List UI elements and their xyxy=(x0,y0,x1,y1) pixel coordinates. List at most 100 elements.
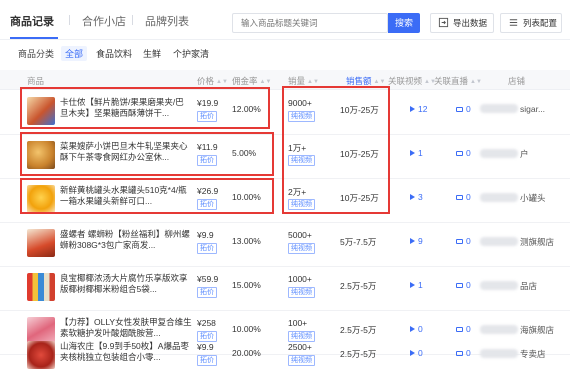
sales-tag: 纯视频 xyxy=(288,243,315,254)
sales-count: 100+ xyxy=(288,318,308,328)
related-videos-count: 12 xyxy=(418,104,428,114)
blurred-shop-text xyxy=(480,325,518,334)
header-videos[interactable]: 关联视频 ▲▼ xyxy=(388,75,436,87)
product-thumbnail xyxy=(27,273,55,301)
product-name[interactable]: 良宝椰椰浓汤大片腐竹乐享版欢享版椰树椰椰米粉组合5袋... xyxy=(60,273,192,295)
shop-name-text: sigar... xyxy=(520,104,546,114)
related-lives-link[interactable]: 0 xyxy=(456,148,471,158)
related-lives-link[interactable]: 0 xyxy=(456,348,471,358)
header-commission-label: 佣金率 xyxy=(232,76,258,86)
category-filter: 商品分类 全部 食品饮料 生鲜 个护家清 xyxy=(0,44,570,62)
sales-count: 2500+ xyxy=(288,342,312,352)
tab-partner-shops[interactable]: 合作小店 xyxy=(82,13,126,29)
column-settings-label: 列表配置 xyxy=(523,18,558,28)
header-shop: 店铺 xyxy=(508,76,526,86)
related-videos-count: 3 xyxy=(418,192,423,202)
play-icon xyxy=(410,350,415,356)
sales-tag: 纯视频 xyxy=(288,355,315,366)
related-lives-count: 0 xyxy=(466,192,471,202)
related-lives-link[interactable]: 0 xyxy=(456,236,471,246)
play-icon xyxy=(410,106,415,112)
shop-name-text: 专卖店 xyxy=(520,349,546,359)
sort-icon: ▲▼ xyxy=(470,79,482,85)
category-personal-care[interactable]: 个护家清 xyxy=(173,47,209,60)
price-tag: 拓价 xyxy=(197,287,217,298)
related-lives-count: 0 xyxy=(466,348,471,358)
sort-icon: ▲▼ xyxy=(259,79,272,85)
related-videos-count: 1 xyxy=(418,148,423,158)
blurred-shop-text xyxy=(480,104,518,113)
sort-icon: ▲▼ xyxy=(216,79,228,85)
shop-name[interactable]: 小罐头 xyxy=(480,192,546,204)
commission-rate: 10.00% xyxy=(232,324,261,334)
live-camera-icon xyxy=(456,239,463,244)
gmv-range: 2.5万-5万 xyxy=(340,349,377,359)
related-lives-count: 0 xyxy=(466,324,471,334)
shop-name-text: 小罐头 xyxy=(520,193,546,203)
gmv-range: 2.5万-5万 xyxy=(340,281,377,291)
product-name[interactable]: 盛螺者 螺蛳粉【粉丝福利】柳州螺蛳粉308G*3包广家商发... xyxy=(60,229,192,251)
search-input[interactable] xyxy=(232,13,388,33)
header-lives-label: 关联直播 xyxy=(434,76,469,86)
live-camera-icon xyxy=(456,195,463,200)
header-product: 商品 xyxy=(27,76,45,86)
header-lives[interactable]: 关联直播 ▲▼ xyxy=(434,75,482,87)
category-food-drinks[interactable]: 食品饮料 xyxy=(96,47,132,60)
shop-name[interactable]: 户 xyxy=(480,148,529,160)
live-camera-icon xyxy=(456,107,463,112)
category-fresh[interactable]: 生鲜 xyxy=(143,47,161,60)
header-sales-label: 销量 xyxy=(288,76,306,86)
related-lives-link[interactable]: 0 xyxy=(456,324,471,334)
shop-name[interactable]: sigar... xyxy=(480,104,545,114)
related-videos-link[interactable]: 0 xyxy=(410,324,423,334)
related-lives-link[interactable]: 0 xyxy=(456,192,471,202)
tab-brand-list[interactable]: 品牌列表 xyxy=(145,13,189,29)
search-button[interactable]: 搜索 xyxy=(388,13,420,33)
table-row[interactable]: 山海农庄【9.9到手50枚】A爆品枣夹核桃独立包装组合小零... ¥9.9 拓价… xyxy=(0,335,570,373)
related-videos-link[interactable]: 1 xyxy=(410,280,423,290)
shop-name[interactable]: 品店 xyxy=(480,280,537,292)
header-price[interactable]: 价格 ▲▼ xyxy=(197,75,228,87)
related-videos-count: 1 xyxy=(418,280,423,290)
highlight-box-product-2 xyxy=(20,132,274,176)
product-thumbnail xyxy=(27,229,55,257)
live-camera-icon xyxy=(456,351,463,356)
related-videos-count: 0 xyxy=(418,324,423,334)
product-name[interactable]: 山海农庄【9.9到手50枚】A爆品枣夹核桃独立包装组合小零... xyxy=(60,341,192,363)
related-lives-count: 0 xyxy=(466,148,471,158)
shop-name[interactable]: 测旗舰店 xyxy=(480,236,554,248)
related-videos-link[interactable]: 0 xyxy=(410,348,423,358)
shop-name-text: 户 xyxy=(520,149,529,159)
blurred-shop-text xyxy=(480,237,518,246)
related-videos-count: 9 xyxy=(418,236,423,246)
category-all[interactable]: 全部 xyxy=(61,46,88,61)
active-tab-underline xyxy=(10,37,58,39)
commission-rate: 13.00% xyxy=(232,236,261,246)
header-commission[interactable]: 佣金率 ▲▼ xyxy=(232,75,271,87)
related-videos-link[interactable]: 12 xyxy=(410,104,427,114)
play-icon xyxy=(410,282,415,288)
shop-name[interactable]: 专卖店 xyxy=(480,348,546,360)
commission-rate: 20.00% xyxy=(232,348,261,358)
table-row[interactable]: 良宝椰椰浓汤大片腐竹乐享版欢享版椰树椰椰米粉组合5袋... ¥59.9 拓价 1… xyxy=(0,267,570,311)
highlight-box-product-1 xyxy=(20,87,270,129)
header-gmv-label: 销售额 xyxy=(346,76,372,86)
product-thumbnail xyxy=(27,341,55,369)
related-lives-link[interactable]: 0 xyxy=(456,104,471,114)
related-videos-link[interactable]: 9 xyxy=(410,236,423,246)
related-videos-count: 0 xyxy=(418,348,423,358)
price-tag: 拓价 xyxy=(197,355,217,366)
play-icon xyxy=(410,326,415,332)
related-videos-link[interactable]: 3 xyxy=(410,192,423,202)
export-data-button[interactable]: 导出数据 xyxy=(430,13,494,33)
list-settings-icon xyxy=(509,19,518,26)
tab-product-records[interactable]: 商品记录 xyxy=(10,13,54,29)
shop-name-text: 品店 xyxy=(520,281,538,291)
related-lives-count: 0 xyxy=(466,280,471,290)
related-lives-link[interactable]: 0 xyxy=(456,280,471,290)
column-settings-button[interactable]: 列表配置 xyxy=(500,13,562,33)
price-tag: 拓价 xyxy=(197,243,217,254)
table-row[interactable]: 盛螺者 螺蛳粉【粉丝福利】柳州螺蛳粉308G*3包广家商发... ¥9.9 拓价… xyxy=(0,223,570,267)
related-videos-link[interactable]: 1 xyxy=(410,148,423,158)
shop-name-text: 测旗舰店 xyxy=(520,237,555,247)
